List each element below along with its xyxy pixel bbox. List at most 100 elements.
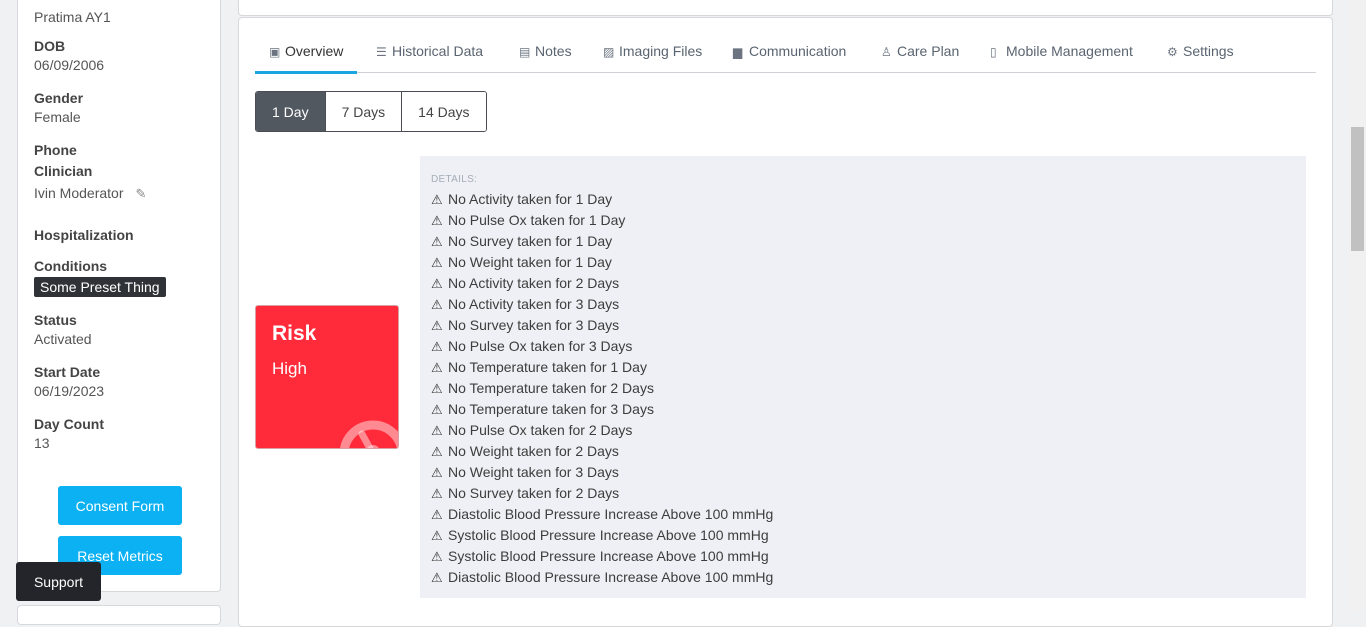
pencil-icon[interactable]: ✎	[135, 186, 146, 202]
status-value: Activated	[34, 331, 92, 347]
clinician-field: Clinician Ivin Moderator ✎	[34, 163, 146, 202]
alert-item: ⚠ Systolic Blood Pressure Increase Above …	[431, 525, 773, 546]
clinician-row: Ivin Moderator ✎	[34, 185, 146, 202]
alert-item: ⚠ Diastolic Blood Pressure Increase Above…	[431, 504, 773, 525]
database-icon: ☰	[376, 45, 387, 59]
status-label: Status	[34, 312, 77, 328]
alert-item: ⚠ No Temperature taken for 3 Days	[431, 399, 773, 420]
tab-imaging-files[interactable]: ▨ Imaging Files	[603, 43, 702, 71]
patient-name: Pratima AY1	[34, 9, 111, 25]
tab-notes[interactable]: ▤ Notes	[519, 43, 572, 71]
alert-item: ⚠ No Weight taken for 1 Day	[431, 252, 773, 273]
image-icon: ▨	[603, 45, 615, 59]
alert-item: ⚠ No Pulse Ox taken for 1 Day	[431, 210, 773, 231]
alert-item: ⚠ No Survey taken for 3 Days	[431, 315, 773, 336]
alert-text: No Survey taken for 3 Days	[448, 317, 620, 333]
clinician-value: Ivin Moderator	[34, 185, 124, 201]
alert-text: Diastolic Blood Pressure Increase Above …	[448, 506, 774, 522]
alert-text: No Survey taken for 2 Days	[448, 485, 620, 501]
alert-text: No Pulse Ox taken for 1 Day	[448, 212, 626, 228]
tab-overview[interactable]: ▣ Overview	[255, 43, 358, 74]
alert-item: ⚠ No Weight taken for 3 Days	[431, 462, 773, 483]
tab-label: Notes	[535, 43, 572, 59]
phone-label: Phone	[34, 142, 77, 158]
hospitalization-label: Hospitalization	[34, 227, 134, 243]
warning-icon: ⚠	[431, 528, 443, 543]
consent-form-button[interactable]: Consent Form	[58, 486, 182, 525]
alert-item: ⚠ No Pulse Ox taken for 3 Days	[431, 336, 773, 357]
alert-text: No Activity taken for 1 Day	[448, 191, 613, 207]
main-content-card: ▣ Overview ☰ Historical Data ▤ Notes ▨ Imagi…	[238, 17, 1333, 627]
tab-settings[interactable]: ⚙ Settings	[1167, 43, 1234, 71]
tab-label: Imaging Files	[619, 43, 703, 59]
warning-icon: ⚠	[431, 423, 443, 438]
alert-item: ⚠ No Temperature taken for 1 Day	[431, 357, 773, 378]
gender-value: Female	[34, 109, 81, 125]
tab-label: Communication	[749, 43, 847, 59]
risk-card: Risk High	[255, 305, 399, 449]
condition-tag: Some Preset Thing	[34, 277, 166, 297]
alert-text: No Weight taken for 3 Days	[448, 464, 619, 480]
page-scrollbar[interactable]	[1349, 0, 1366, 612]
gear-icon: ⚙	[1167, 45, 1178, 59]
tab-historical-data[interactable]: ☰ Historical Data	[376, 43, 483, 71]
alert-item: ⚠ Systolic Blood Pressure Increase Above …	[431, 546, 773, 567]
warning-icon: ⚠	[431, 318, 443, 333]
alert-item: ⚠ No Activity taken for 2 Days	[431, 273, 773, 294]
clinician-label: Clinician	[34, 163, 93, 179]
gender-label: Gender	[34, 90, 84, 106]
alert-text: Systolic Blood Pressure Increase Above 1…	[448, 527, 769, 543]
details-panel: DETAILS: ⚠ No Activity taken for 1 Day ⚠ N…	[420, 156, 1306, 598]
scrollbar-thumb[interactable]	[1351, 127, 1364, 251]
warning-icon: ⚠	[431, 297, 443, 312]
alert-text: No Pulse Ox taken for 2 Days	[448, 422, 633, 438]
gauge-icon	[340, 420, 398, 448]
alert-item: ⚠ No Weight taken for 2 Days	[431, 441, 773, 462]
day-count-label: Day Count	[34, 416, 104, 432]
start-date-label: Start Date	[34, 364, 101, 380]
range-1-day-button[interactable]: 1 Day	[256, 92, 325, 131]
warning-icon: ⚠	[431, 402, 443, 417]
range-7-days-button[interactable]: 7 Days	[324, 92, 402, 131]
warning-icon: ⚠	[431, 213, 443, 228]
conditions-field: Conditions Some Preset Thing	[34, 258, 166, 297]
details-label: DETAILS:	[431, 174, 478, 185]
warning-icon: ⚠	[431, 549, 443, 564]
range-selector: 1 Day 7 Days 14 Days	[255, 91, 487, 132]
status-field: Status Activated	[34, 312, 92, 347]
range-14-days-button[interactable]: 14 Days	[401, 92, 486, 131]
warning-icon: ⚠	[431, 192, 443, 207]
patient-info-panel: Pratima AY1 DOB 06/09/2006 Gender Female…	[17, 0, 221, 592]
warning-icon: ⚠	[431, 444, 443, 459]
alert-text: No Weight taken for 1 Day	[448, 254, 612, 270]
id-card-icon: ▣	[269, 45, 281, 59]
alert-item: ⚠ No Pulse Ox taken for 2 Days	[431, 420, 773, 441]
risk-title: Risk	[272, 322, 317, 345]
warning-icon: ⚠	[431, 339, 443, 354]
alert-item: ⚠ No Survey taken for 2 Days	[431, 483, 773, 504]
phone-field: Phone	[34, 142, 77, 158]
alert-text: No Weight taken for 2 Days	[448, 443, 619, 459]
alert-text: No Pulse Ox taken for 3 Days	[448, 338, 633, 354]
dob-field: DOB 06/09/2006	[34, 38, 104, 73]
tab-label: Overview	[285, 43, 344, 59]
support-button[interactable]: Support	[16, 562, 101, 601]
tab-communication[interactable]: ▆ Communication	[733, 43, 846, 71]
comments-icon: ▆	[733, 45, 743, 59]
tab-bar: ▣ Overview ☰ Historical Data ▤ Notes ▨ Imagi…	[255, 43, 1316, 74]
warning-icon: ⚠	[431, 255, 443, 270]
alert-text: Diastolic Blood Pressure Increase Above …	[448, 569, 774, 585]
warning-icon: ⚠	[431, 360, 443, 375]
warning-icon: ⚠	[431, 570, 443, 585]
gender-field: Gender Female	[34, 90, 83, 125]
alert-item: ⚠ Diastolic Blood Pressure Increase Above…	[431, 567, 773, 588]
secondary-panel	[17, 605, 221, 625]
tab-label: Historical Data	[392, 43, 484, 59]
alert-item: ⚠ No Temperature taken for 2 Days	[431, 378, 773, 399]
tab-care-plan[interactable]: ♙ Care Plan	[881, 43, 959, 71]
tab-mobile-management[interactable]: ▯ Mobile Management	[990, 43, 1133, 71]
alert-text: No Activity taken for 2 Days	[448, 275, 620, 291]
alert-item: ⚠ No Survey taken for 1 Day	[431, 231, 773, 252]
alert-text: No Temperature taken for 1 Day	[448, 359, 647, 375]
alert-text: No Activity taken for 3 Days	[448, 296, 620, 312]
